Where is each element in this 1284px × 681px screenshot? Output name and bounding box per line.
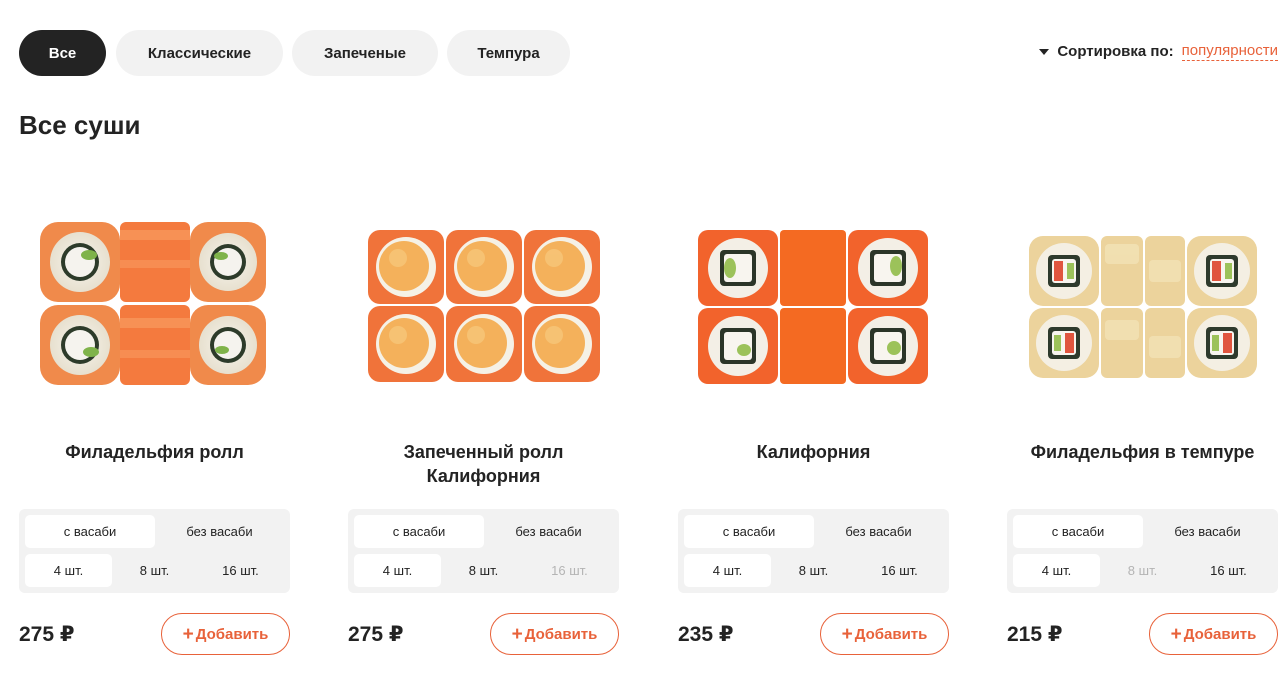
category-bar: Все Классические Запеченые Темпура Сорти… [19, 30, 1278, 76]
size-4-option[interactable]: 4 шт. [684, 554, 771, 587]
wasabi-without-option[interactable]: без васаби [484, 515, 613, 548]
size-16-option[interactable]: 16 шт. [1185, 554, 1272, 587]
wasabi-with-option[interactable]: с васаби [1013, 515, 1143, 548]
add-to-cart-button[interactable]: + Добавить [161, 613, 290, 655]
tab-all[interactable]: Все [19, 30, 106, 76]
size-16-option: 16 шт. [551, 563, 588, 578]
philadelphia-roll-image[interactable] [19, 200, 290, 400]
add-to-cart-button[interactable]: + Добавить [820, 613, 949, 655]
add-button-label: Добавить [854, 625, 928, 643]
size-8-option[interactable]: 8 шт. [770, 554, 857, 587]
product-name[interactable]: Филадельфия в темпуре [1007, 440, 1278, 464]
add-to-cart-button[interactable]: + Добавить [490, 613, 619, 655]
tab-tempura[interactable]: Темпура [447, 30, 570, 76]
wasabi-without-option[interactable]: без васаби [155, 515, 284, 548]
product-price: 275 ₽ [348, 623, 404, 646]
caret-down-icon[interactable] [1039, 48, 1050, 55]
wasabi-without-option[interactable]: без васаби [1143, 515, 1272, 548]
sort-label: Сортировка по: [1057, 43, 1174, 60]
product-card: Запеченный ролл Калифорния с васаби без в… [348, 200, 619, 660]
add-button-label: Добавить [195, 625, 269, 643]
california-roll-image[interactable] [678, 200, 949, 400]
wasabi-with-option[interactable]: с васаби [354, 515, 484, 548]
wasabi-with-option[interactable]: с васаби [684, 515, 814, 548]
add-button-label: Добавить [1183, 625, 1257, 643]
sort-dropdown[interactable]: популярности [1181, 42, 1278, 61]
add-to-cart-button[interactable]: + Добавить [1149, 613, 1278, 655]
tab-baked[interactable]: Запеченые [292, 30, 438, 76]
product-price: 275 ₽ [19, 623, 75, 646]
product-name[interactable]: Филадельфия ролл [19, 440, 290, 464]
tab-classic[interactable]: Классические [116, 30, 283, 76]
product-options: с васаби без васаби 4 шт. 8 шт. 16 шт. [678, 509, 949, 593]
product-card: Филадельфия ролл с васаби без васаби 4 ш… [19, 200, 290, 660]
size-8-option[interactable]: 8 шт. [440, 554, 527, 587]
product-name[interactable]: Запеченный ролл Калифорния [348, 440, 619, 488]
wasabi-without-option[interactable]: без васаби [814, 515, 943, 548]
plus-icon: + [841, 623, 853, 645]
sort-control: Сортировка по: популярности [1039, 42, 1278, 61]
product-options: с васаби без васаби 4 шт. 8 шт. 16 шт. [19, 509, 290, 593]
product-options: с васаби без васаби 4 шт. 8 шт. 16 шт. [1007, 509, 1278, 593]
wasabi-with-option[interactable]: с васаби [25, 515, 155, 548]
page-title: Все суши [19, 110, 141, 140]
size-4-option[interactable]: 4 шт. [1013, 554, 1100, 587]
add-button-label: Добавить [524, 625, 598, 643]
size-16-option[interactable]: 16 шт. [197, 554, 284, 587]
size-4-option[interactable]: 4 шт. [354, 554, 441, 587]
tempura-roll-image[interactable] [1007, 200, 1278, 400]
plus-icon: + [511, 623, 523, 645]
plus-icon: + [1170, 623, 1182, 645]
product-name[interactable]: Калифорния [678, 440, 949, 464]
baked-california-roll-image[interactable] [348, 200, 619, 400]
size-16-option[interactable]: 16 шт. [856, 554, 943, 587]
size-8-option: 8 шт. [1127, 563, 1158, 578]
product-price: 215 ₽ [1007, 623, 1063, 646]
size-4-option[interactable]: 4 шт. [25, 554, 112, 587]
plus-icon: + [182, 623, 194, 645]
product-card: Калифорния с васаби без васаби 4 шт. 8 ш… [678, 200, 949, 660]
size-8-option[interactable]: 8 шт. [111, 554, 198, 587]
product-card: Филадельфия в темпуре с васаби без васаб… [1007, 200, 1278, 660]
product-options: с васаби без васаби 4 шт. 8 шт. 16 шт. [348, 509, 619, 593]
product-price: 235 ₽ [678, 623, 734, 646]
